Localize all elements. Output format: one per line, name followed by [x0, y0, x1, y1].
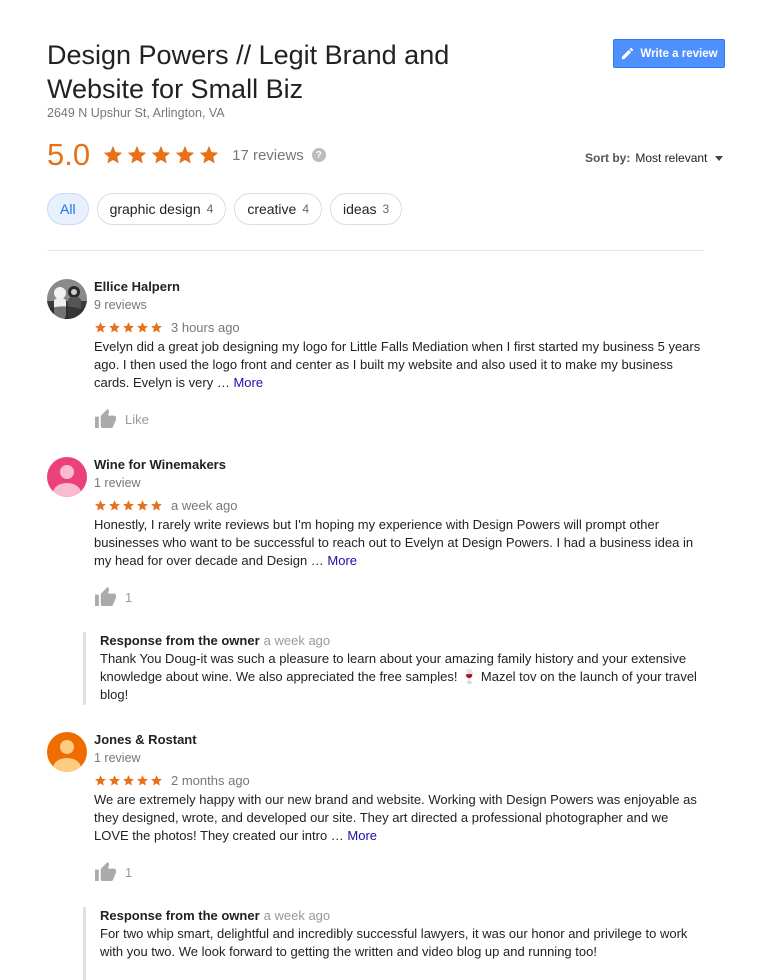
more-link[interactable]: More — [233, 375, 263, 390]
review-stars — [94, 774, 163, 787]
star-icon — [95, 499, 106, 510]
review-time: 2 months ago — [171, 772, 250, 788]
sort-label: Sort by: — [585, 151, 631, 165]
star-icon — [123, 321, 134, 332]
like-button[interactable]: 1 — [94, 861, 132, 883]
avatar[interactable] — [47, 732, 87, 772]
response-text: Thank You Doug-it was such a pleasure to… — [100, 651, 697, 702]
more-link[interactable]: More — [327, 553, 357, 568]
star-icon — [123, 499, 134, 510]
divider — [47, 250, 704, 251]
sort-value: Most relevant — [635, 151, 708, 165]
review-text: Evelyn did a great job designing my logo… — [94, 339, 701, 390]
star-icon — [95, 774, 106, 785]
rating-stars — [102, 144, 220, 166]
reviewer-name[interactable]: Wine for Winemakers — [94, 457, 704, 473]
response-time: a week ago — [263, 633, 331, 648]
reviewer-name[interactable]: Ellice Halpern — [94, 279, 704, 295]
star-icon — [95, 321, 106, 332]
star-icon — [123, 774, 134, 785]
thumbs-up-icon — [95, 409, 116, 429]
chip-label: graphic design — [109, 201, 201, 217]
response-time: a week ago — [263, 908, 331, 923]
chip-ideas[interactable]: ideas 3 — [330, 193, 403, 225]
star-icon — [109, 499, 120, 510]
chip-count: 4 — [302, 202, 310, 216]
star-icon — [199, 145, 219, 164]
chip-label: All — [60, 201, 76, 217]
avatar[interactable] — [47, 457, 87, 497]
reviewer-review-count: 1 review — [94, 751, 141, 765]
reviewer-name[interactable]: Jones & Rostant — [94, 732, 704, 748]
thumbs-up-icon — [95, 862, 116, 882]
star-icon — [137, 774, 148, 785]
owner-response: Response from the owner a week ago Thank … — [83, 632, 703, 705]
review-text: Honestly, I rarely write reviews but I'm… — [94, 517, 694, 568]
reviewer-review-count: 9 reviews — [94, 298, 147, 312]
caret-down-icon — [715, 155, 724, 161]
star-icon — [137, 499, 148, 510]
review-time: 3 hours ago — [171, 319, 240, 335]
star-icon — [151, 774, 162, 785]
business-title: Design Powers // Legit Brand and Website… — [47, 40, 450, 104]
response-text: For two whip smart, delightful and incre… — [100, 926, 688, 959]
review-stars — [94, 499, 163, 512]
chip-label: creative — [247, 201, 297, 217]
like-button[interactable]: 1 — [94, 586, 132, 608]
chip-count: 3 — [382, 202, 390, 216]
response-label: Response from the owner — [100, 908, 260, 923]
chip-creative[interactable]: creative 4 — [234, 193, 323, 225]
pencil-icon — [622, 47, 634, 60]
review-count[interactable]: 17 reviews — [232, 147, 304, 164]
like-label: Like — [125, 411, 149, 427]
review-text: We are extremely happy with our new bran… — [94, 792, 697, 843]
chip-label: ideas — [343, 201, 377, 217]
chip-all[interactable]: All — [47, 193, 89, 225]
chip-count: 4 — [206, 202, 214, 216]
review-time: a week ago — [171, 497, 238, 513]
star-icon — [175, 145, 195, 164]
like-button[interactable]: Like — [94, 408, 149, 430]
thumbs-up-icon — [95, 587, 116, 607]
help-icon[interactable]: ? — [311, 148, 326, 162]
topic-filters: All graphic design 4 creative 4 ideas 3 — [47, 193, 403, 225]
response-label: Response from the owner — [100, 633, 260, 648]
star-icon — [109, 321, 120, 332]
reviewer-review-count: 1 review — [94, 476, 141, 490]
rating-summary: 5.0 17 reviews ? — [47, 137, 326, 173]
star-icon — [151, 499, 162, 510]
star-icon — [137, 321, 148, 332]
like-count: 1 — [125, 864, 133, 880]
chip-graphic-design[interactable]: graphic design 4 — [96, 193, 227, 225]
owner-response: Response from the owner a week ago For tw… — [83, 907, 703, 980]
write-review-label: Write a review — [640, 47, 718, 60]
review-stars — [94, 321, 163, 334]
star-icon — [109, 774, 120, 785]
more-link[interactable]: More — [347, 828, 377, 843]
like-count: 1 — [125, 589, 133, 605]
star-icon — [127, 145, 147, 164]
rating-value: 5.0 — [47, 137, 91, 172]
star-icon — [151, 145, 171, 164]
star-icon — [103, 145, 123, 164]
sort-dropdown[interactable]: Sort by: Most relevant — [585, 151, 724, 165]
write-review-button[interactable]: Write a review — [613, 39, 725, 68]
star-icon — [151, 321, 162, 332]
avatar[interactable] — [47, 279, 87, 319]
business-address: 2649 N Upshur St, Arlington, VA — [47, 106, 225, 120]
